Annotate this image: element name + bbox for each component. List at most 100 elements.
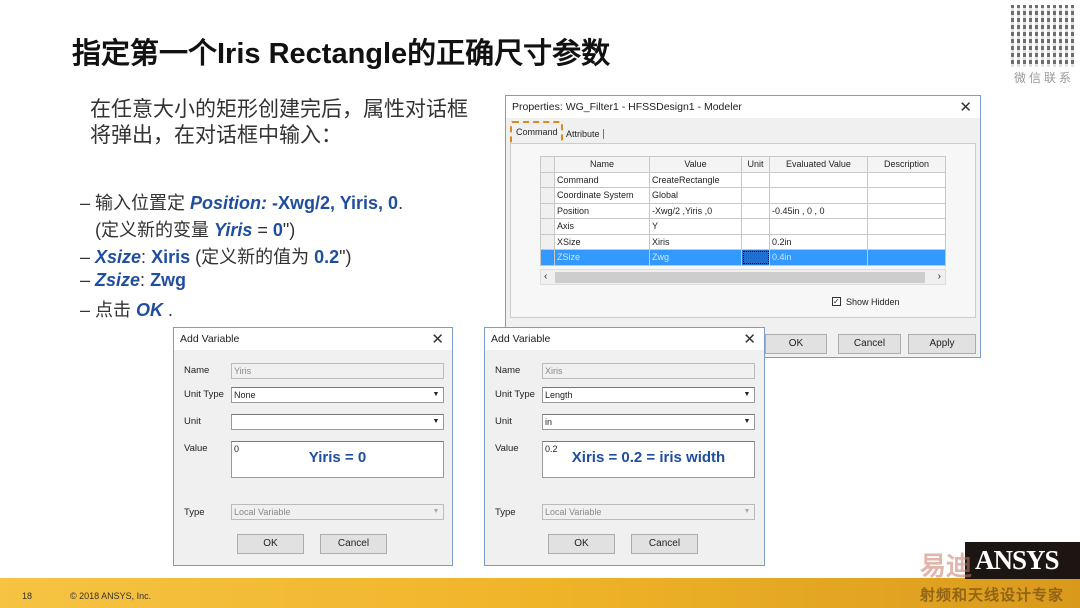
ok-button[interactable]: OK	[237, 534, 304, 554]
name-label: Name	[184, 365, 210, 376]
cell[interactable]: Coordinate System	[554, 187, 650, 204]
unit-type-label: Unit Type	[184, 389, 224, 400]
row-header[interactable]	[540, 218, 555, 235]
property-row[interactable]: ZSize Zwg 0.4in	[540, 249, 946, 266]
property-row[interactable]: Command CreateRectangle	[540, 171, 946, 188]
cell[interactable]	[867, 249, 946, 266]
unit-value: in	[545, 417, 553, 427]
cell[interactable]	[741, 218, 770, 235]
cell[interactable]: ZSize	[554, 249, 650, 266]
unit-type-value: None	[234, 390, 256, 400]
tab-attribute[interactable]: Attribute	[566, 129, 604, 139]
cell[interactable]: Xiris	[649, 233, 742, 250]
bullet-ok: – 点击 OK .	[80, 300, 174, 320]
name-field[interactable]: Yiris	[231, 363, 444, 379]
value-field[interactable]: 0 Yiris = 0	[231, 441, 444, 478]
cell[interactable]: XSize	[554, 233, 650, 250]
cell[interactable]	[867, 233, 946, 250]
properties-title: Properties: WG_Filter1 - HFSSDesign1 - M…	[506, 96, 980, 118]
cell[interactable]	[741, 171, 770, 188]
cell[interactable]	[741, 202, 770, 219]
col-name: Name	[554, 156, 650, 173]
row-header[interactable]	[540, 187, 555, 204]
cell[interactable]: Zwg	[649, 249, 742, 266]
tab-command[interactable]: Command	[516, 127, 558, 137]
unit-select[interactable]: in ▼	[542, 414, 755, 430]
cell[interactable]	[741, 249, 770, 266]
col-evaluated: Evaluated Value	[769, 156, 868, 173]
type-label: Type	[495, 507, 516, 518]
close-icon[interactable]: ✕	[959, 98, 972, 116]
bullet-position: – 输入位置定 Position: -Xwg/2, Yiris, 0.	[80, 193, 404, 213]
property-row[interactable]: Axis Y	[540, 218, 946, 235]
unit-type-value: Length	[545, 390, 573, 400]
show-hidden-label: Show Hidden	[846, 297, 900, 307]
col-unit: Unit	[741, 156, 770, 173]
bullet-zsize: – Zsize: Zwg	[80, 270, 187, 290]
property-row[interactable]: XSize Xiris 0.2in	[540, 233, 946, 250]
cell[interactable]: Axis	[554, 218, 650, 235]
bullet-position-note: (定义新的变量 Yiris = 0")	[95, 220, 296, 240]
cell[interactable]	[867, 202, 946, 219]
cell[interactable]	[741, 233, 770, 250]
dialog-title: Add Variable	[485, 328, 764, 350]
cell[interactable]	[867, 171, 946, 188]
cell[interactable]	[867, 187, 946, 204]
value-field[interactable]: 0.2 Xiris = 0.2 = iris width	[542, 441, 755, 478]
type-select[interactable]: Local Variable ▼	[542, 504, 755, 520]
name-field[interactable]: Xiris	[542, 363, 755, 379]
ok-button[interactable]: OK	[548, 534, 615, 554]
cell[interactable]	[741, 187, 770, 204]
chevron-down-icon: ▼	[743, 391, 751, 398]
property-row[interactable]: Position -Xwg/2 ,Yiris ,0 -0.45in , 0 , 0	[540, 202, 946, 219]
properties-dialog: Properties: WG_Filter1 - HFSSDesign1 - M…	[505, 95, 981, 358]
type-select[interactable]: Local Variable ▼	[231, 504, 444, 520]
ok-button[interactable]: OK	[765, 334, 827, 354]
unit-type-label: Unit Type	[495, 389, 535, 400]
cell[interactable]: 0.4in	[769, 249, 868, 266]
footer-bar	[0, 578, 1080, 608]
cancel-button[interactable]: Cancel	[631, 534, 698, 554]
page-title: 指定第一个Iris Rectangle的正确尺寸参数	[72, 38, 611, 70]
qr-label: 微信联系	[1014, 71, 1075, 85]
value-annotation: Yiris = 0	[308, 449, 367, 466]
cell[interactable]: 0.2in	[769, 233, 868, 250]
cell[interactable]: Y	[649, 218, 742, 235]
cancel-button[interactable]: Cancel	[320, 534, 387, 554]
unit-select[interactable]: ▼	[231, 414, 444, 430]
close-icon[interactable]: ✕	[743, 330, 756, 348]
value-label: Value	[495, 443, 519, 454]
apply-button[interactable]: Apply	[908, 334, 976, 354]
row-header[interactable]	[540, 202, 555, 219]
show-hidden-checkbox[interactable]: ✓	[832, 297, 841, 306]
cell[interactable]	[769, 187, 868, 204]
chevron-down-icon: ▼	[743, 418, 751, 425]
name-label: Name	[495, 365, 521, 376]
property-row[interactable]: Coordinate System Global	[540, 187, 946, 204]
row-header[interactable]	[540, 233, 555, 250]
close-icon[interactable]: ✕	[431, 330, 444, 348]
unit-label: Unit	[184, 416, 201, 427]
add-variable-dialog-yiris: Add Variable ✕ Name Yiris Unit Type None…	[173, 327, 453, 566]
type-value: Local Variable	[545, 507, 602, 517]
dialog-title: Add Variable	[174, 328, 452, 350]
cell[interactable]: Global	[649, 187, 742, 204]
watermark-logo: 易迪	[920, 551, 973, 581]
unit-type-select[interactable]: Length ▼	[542, 387, 755, 403]
bullet-xsize: – Xsize: Xiris (定义新的值为 0.2")	[80, 247, 352, 267]
row-header[interactable]	[540, 171, 555, 188]
cell[interactable]: CreateRectangle	[649, 171, 742, 188]
row-header[interactable]	[540, 249, 555, 266]
cell[interactable]	[867, 218, 946, 235]
cell[interactable]: -0.45in , 0 , 0	[769, 202, 868, 219]
unit-type-select[interactable]: None ▼	[231, 387, 444, 403]
cell[interactable]: Position	[554, 202, 650, 219]
cancel-button[interactable]: Cancel	[838, 334, 901, 354]
horizontal-scrollbar[interactable]: ‹ ›	[540, 269, 946, 285]
cell[interactable]	[769, 218, 868, 235]
cell[interactable]: -Xwg/2 ,Yiris ,0	[649, 202, 742, 219]
cell[interactable]: Command	[554, 171, 650, 188]
properties-grid: Name Value Unit Evaluated Value Description …	[540, 156, 946, 266]
cell[interactable]	[769, 171, 868, 188]
watermark-text: 射频和天线设计专家	[920, 587, 1065, 604]
